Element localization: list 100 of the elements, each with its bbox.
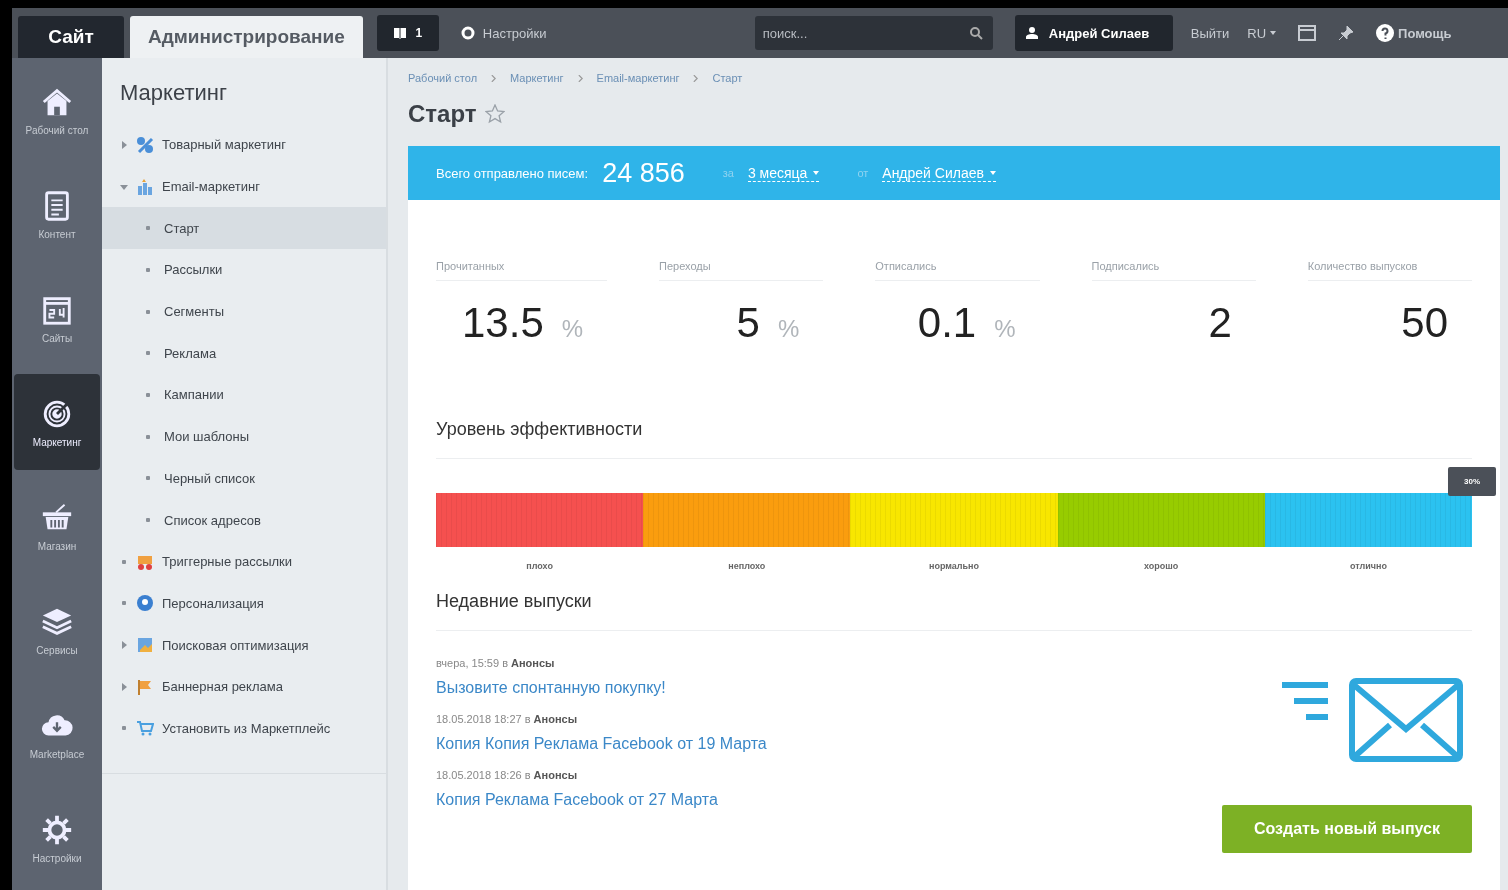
bullet-icon [146,226,150,231]
star-icon[interactable] [484,104,505,124]
settings-link[interactable]: Настройки [454,24,755,42]
chevron-icon [491,74,497,82]
caret-icon [813,170,820,175]
submenu-item[interactable]: Рассылки [102,249,386,291]
bullet-icon [146,267,150,272]
bullet-icon [146,351,150,356]
book-icon [393,26,408,40]
user-button[interactable]: Андрей Силаев [1014,15,1173,51]
menu-item[interactable]: Персонализация [102,582,386,625]
scale-label: плохо [525,561,554,571]
bullet-icon [146,518,150,523]
submenu-item[interactable]: Реклама [102,332,386,375]
top-tab[interactable]: Сайт [18,16,124,58]
cart-icon [136,719,154,738]
window-icon[interactable] [1298,25,1317,41]
stat-value: 13.5 [462,299,544,347]
submenu-item[interactable]: Сегменты [102,290,386,333]
nav-item[interactable]: Магазин [14,478,100,574]
menu-item[interactable]: Баннерная реклама [102,665,386,708]
nav-item[interactable]: Сервисы [14,582,100,678]
menu-item[interactable]: Поисковая оптимизация [102,624,386,666]
stat-value: 5 [736,299,760,347]
nav-item[interactable]: Рабочий стол [14,62,100,158]
chevron-icon [577,74,583,82]
issue-meta: 18.05.2018 18:27 в Анонсы [436,713,579,725]
caret-right-icon [120,641,128,650]
nav-item[interactable]: Marketplace [14,686,100,782]
menu-item[interactable]: Установить из Маркетплейс [102,707,386,750]
help-icon [1376,24,1395,42]
submenu-item[interactable]: Мои шаблоны [102,415,386,458]
section-heading: Уровень эффективности [436,419,1472,459]
page-title: Старт [408,100,477,128]
caret-right-icon [120,682,128,691]
help-link[interactable]: Помощь [1376,24,1452,42]
author-prefix: от [857,167,869,179]
flag-icon [136,677,154,696]
breadcrumb-link[interactable]: Старт [712,72,743,84]
section-heading: Недавние выпуски [436,591,1472,631]
menu-item[interactable]: Email-маркетинг [102,165,386,208]
caret-icon [1270,31,1277,35]
scale-label: отлично [1348,561,1388,571]
issue-link[interactable]: Копия Копия Реклама Facebook от 19 Марта [436,735,767,753]
menu-item[interactable]: Товарный маркетинг [102,124,386,166]
menu-heading: Маркетинг [120,80,228,106]
issue-meta: вчера, 15:59 в Анонсы [436,657,556,669]
caret-icon [989,170,996,175]
stat-value: 50 [1401,299,1448,347]
bullet-icon [146,309,150,314]
bullet-icon [122,559,126,564]
summary-label: Всего отправлено писем: [436,165,589,181]
breadcrumb-link[interactable]: Email-маркетинг [596,72,680,84]
stat-label: Подписались [1091,260,1256,281]
nav-item[interactable]: Настройки [14,790,100,886]
submenu-item[interactable]: Кампании [102,374,386,416]
stat-value: 0.1 [917,299,977,347]
pin-icon[interactable] [1338,25,1355,41]
stat-unit: % [777,315,800,343]
bullet-icon [146,434,150,439]
caret-right-icon [120,140,128,149]
caret-down-icon [120,182,128,191]
search-icon [968,26,983,40]
nav-item[interactable]: Маркетинг [14,374,100,470]
submenu-item[interactable]: Старт [102,207,386,250]
notifications-button[interactable]: 1 [376,15,439,51]
stat-label: Количество выпусков [1307,260,1472,281]
breadcrumb-link[interactable]: Рабочий стол [408,72,478,84]
issue-link[interactable]: Копия Реклама Facebook от 27 Марта [436,791,718,809]
sent-count: 24 856 [602,157,685,189]
menu-item[interactable]: Триггерные рассылки [102,540,386,583]
chart-icon [136,177,154,196]
logout-link[interactable]: Выйти [1190,25,1230,41]
percent-icon [136,135,154,154]
language-dropdown[interactable]: RU [1247,25,1277,41]
bullet-icon [122,601,126,606]
scale-label: неплохо [727,561,767,571]
scale-label: хорошо [1143,561,1180,571]
chevron-icon [693,74,699,82]
period-prefix: за [722,167,734,179]
nav-item[interactable]: Сайты [14,270,100,366]
submenu-item[interactable]: Список адресов [102,499,386,541]
nav-item[interactable]: Контент [14,166,100,262]
stat-unit: % [561,315,584,343]
scale-label: нормально [928,561,981,571]
level-marker: 30% [1448,467,1496,496]
bullet-icon [146,476,150,481]
bullet-icon [146,392,150,397]
stat-label: Отписались [875,260,1040,281]
search-field[interactable]: поиск... [754,16,993,50]
issue-link[interactable]: Вызовите спонтанную покупку! [436,679,666,697]
breadcrumb-link[interactable]: Маркетинг [510,72,564,84]
user-icon [1024,26,1039,40]
submenu-item[interactable]: Черный список [102,457,386,500]
bullet-icon [122,726,126,731]
issue-meta: 18.05.2018 18:26 в Анонсы [436,769,579,781]
person-circle-icon [136,594,154,613]
stat-label: Переходы [659,260,824,281]
stat-label: Прочитанных [436,260,608,281]
top-tab[interactable]: Администрирование [130,16,363,58]
